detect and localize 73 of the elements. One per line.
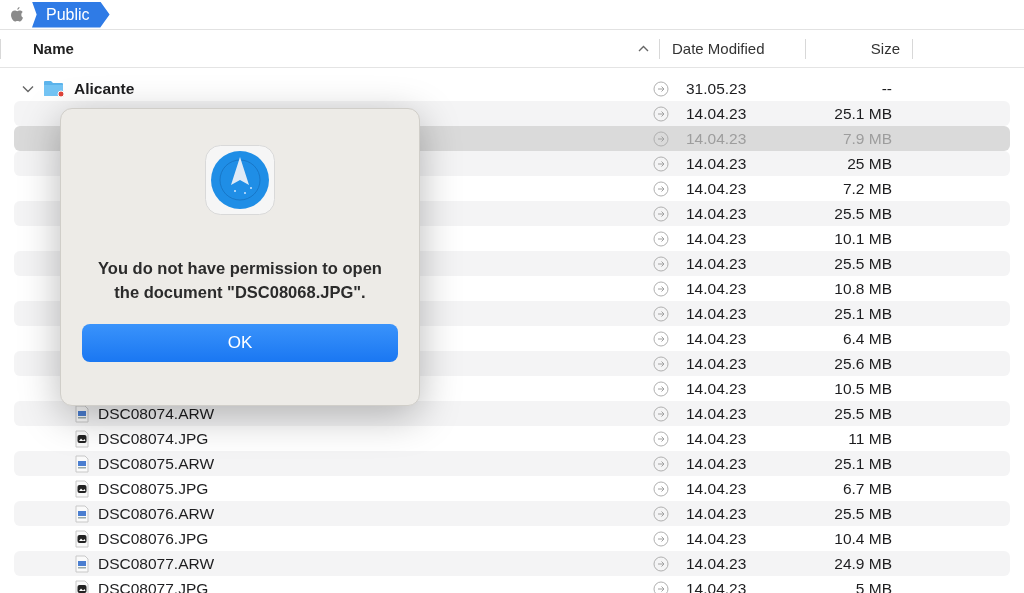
sort-chevron-icon[interactable] — [638, 45, 649, 52]
size-cell-text: 10.5 MB — [833, 379, 892, 398]
size-cell-text: 10.8 MB — [833, 279, 892, 298]
date-cell-text: 14.04.23 — [685, 179, 748, 198]
date-cell-text: 14.04.23 — [685, 254, 748, 273]
size-cell-text: 11 MB — [847, 429, 892, 448]
size-cell-text: 7.2 MB — [841, 179, 892, 198]
folder-name: Alicante — [74, 79, 135, 98]
file-name: DSC08076.JPG — [98, 529, 209, 548]
size-cell-text: 6.4 MB — [841, 329, 892, 348]
date-cell-text: 14.04.23 — [685, 529, 748, 548]
size-cell-text: 5 MB — [854, 579, 892, 593]
apple-icon[interactable] — [9, 6, 24, 23]
size-cell-text: 25.5 MB — [833, 504, 892, 523]
image-file-icon — [75, 554, 89, 573]
date-cell-text: 14.04.23 — [685, 329, 748, 348]
size-cell-text: 25.5 MB — [833, 404, 892, 423]
date-cell-text: 14.04.23 — [685, 279, 748, 298]
file-name: DSC08077.JPG — [98, 579, 209, 593]
file-row[interactable]: DSC08074.ARW 14.04.23 25.5 MB — [14, 401, 1010, 426]
disclosure-chevron-icon[interactable] — [22, 84, 34, 93]
file-name: DSC08076.ARW — [98, 504, 214, 523]
image-file-icon — [75, 579, 89, 593]
size-cell-text: 25.5 MB — [833, 204, 892, 223]
file-name: DSC08074.JPG — [98, 429, 209, 448]
date-cell-text: 14.04.23 — [685, 429, 748, 448]
size-cell-text: 24.9 MB — [833, 554, 892, 573]
column-header[interactable]: Name — [33, 40, 74, 57]
size-cell-text: 25.1 MB — [833, 304, 892, 323]
size-cell-text: 25.6 MB — [833, 354, 892, 373]
size-cell-text: 6.7 MB — [841, 479, 892, 498]
file-name: DSC08075.JPG — [98, 479, 209, 498]
file-row[interactable]: DSC08075.ARW 14.04.23 25.1 MB — [14, 451, 1010, 476]
date-cell-text: 14.04.23 — [685, 554, 748, 573]
date-cell-text: 14.04.23 — [685, 304, 748, 323]
date-cell-text: 14.04.23 — [685, 479, 748, 498]
date-cell-text: 14.04.23 — [685, 229, 748, 248]
date-cell-text: 31.05.23 — [685, 79, 748, 98]
date-cell-text: 14.04.23 — [685, 354, 748, 373]
date-cell-text: 14.04.23 — [685, 204, 748, 223]
ok-button[interactable]: OK — [82, 324, 398, 362]
image-file-icon — [75, 429, 89, 448]
column-header[interactable]: Size — [870, 40, 900, 57]
date-cell-text: 14.04.23 — [685, 504, 748, 523]
file-name: DSC08075.ARW — [98, 454, 214, 473]
column-header[interactable]: Date Modified — [672, 40, 765, 57]
path-crumb[interactable]: Public — [32, 1, 110, 28]
date-cell-text: 14.04.23 — [685, 454, 748, 473]
date-cell-text: 14.04.23 — [685, 404, 748, 423]
size-cell-text: 7.9 MB — [841, 129, 892, 148]
size-cell-text: 10.1 MB — [833, 229, 892, 248]
folder-icon — [43, 79, 65, 98]
size-cell-text: 25.1 MB — [833, 104, 892, 123]
image-file-icon — [75, 454, 89, 473]
image-file-icon — [75, 529, 89, 548]
size-cell-text: 25.5 MB — [833, 254, 892, 273]
file-row[interactable]: DSC08076.ARW 14.04.23 25.5 MB — [14, 501, 1010, 526]
file-row[interactable]: DSC08077.ARW 14.04.23 24.9 MB — [14, 551, 1010, 576]
date-cell-text: 14.04.23 — [685, 154, 748, 173]
file-name: DSC08074.ARW — [98, 404, 214, 423]
compass-app-icon — [205, 145, 275, 215]
file-name: DSC08077.ARW — [98, 554, 214, 573]
size-cell-text: 25 MB — [846, 154, 892, 173]
date-cell-text: 14.04.23 — [685, 379, 748, 398]
image-file-icon — [75, 504, 89, 523]
size-cell-text: 25.1 MB — [833, 454, 892, 473]
go-arrow-icon[interactable] — [653, 580, 669, 593]
image-file-icon — [75, 479, 89, 498]
date-cell-text: 14.04.23 — [685, 579, 748, 593]
date-cell-text: 14.04.23 — [685, 104, 748, 123]
size-cell-text: 10.4 MB — [833, 529, 892, 548]
size-cell-text: -- — [880, 79, 892, 98]
date-cell-text: 14.04.23 — [685, 129, 748, 148]
